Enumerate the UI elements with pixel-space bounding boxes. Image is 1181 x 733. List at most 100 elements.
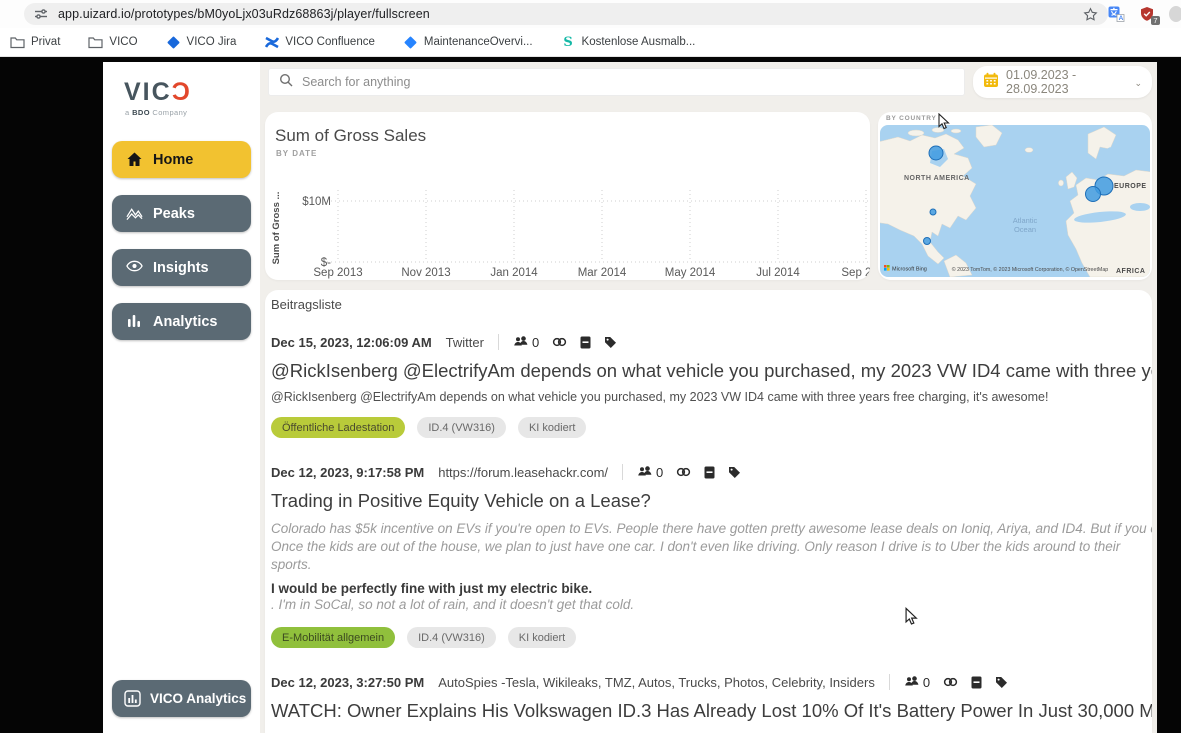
bookmark-star-icon[interactable]: [1083, 7, 1098, 22]
jira-diamond-icon: [166, 35, 181, 50]
post-item-3: Dec 12, 2023, 3:27:50 PM AutoSpies -Tesl…: [271, 674, 1152, 733]
link-icon[interactable]: [943, 676, 958, 688]
date-range-picker[interactable]: 01.09.2023 - 28.09.2023 ⌄: [973, 66, 1152, 98]
country-map-card[interactable]: BY COUNTRY: [878, 112, 1152, 280]
vico-logo: VICƆ: [124, 80, 260, 105]
url-text[interactable]: app.uizard.io/prototypes/bM0yoLjx03uRdz6…: [58, 7, 1083, 21]
post-title[interactable]: WATCH: Owner Explains His Volkswagen ID.…: [271, 700, 1152, 722]
svg-text:May 2014: May 2014: [665, 267, 716, 279]
post-item-2: Dec 12, 2023, 9:17:58 PM https://forum.l…: [271, 464, 1152, 648]
vico-analytics-button[interactable]: VICO Analytics: [112, 680, 251, 717]
vico-app-window: VICƆ a BDO Company Home Peaks: [103, 62, 1157, 733]
people-count[interactable]: 0: [637, 465, 663, 480]
sales-line-chart: $10M$-Sep 2013Nov 2013Jan 2014Mar 2014Ma…: [265, 166, 870, 280]
svg-text:Jan 2014: Jan 2014: [490, 267, 538, 279]
browser-toolbar: app.uizard.io/prototypes/bM0yoLjx03uRdz6…: [0, 0, 1181, 28]
notes-icon[interactable]: [704, 466, 715, 479]
bookmark-vico-confluence[interactable]: VICO Confluence: [264, 35, 375, 50]
post-source-link[interactable]: https://forum.leasehackr.com/: [438, 465, 608, 480]
analytics-box-icon: [124, 690, 141, 707]
extension-badge: 7: [1151, 16, 1160, 25]
search-input[interactable]: [302, 75, 954, 89]
bar-chart-icon: [126, 313, 143, 330]
svg-text:Sep 2014: Sep 2014: [841, 267, 870, 279]
post-item-1: Dec 15, 2023, 12:06:09 AM Twitter 0: [271, 334, 1152, 438]
notes-icon[interactable]: [580, 336, 591, 349]
site-settings-icon[interactable]: [34, 7, 48, 21]
map-label-north-america: NORTH AMERICA: [904, 175, 970, 182]
tag-pill[interactable]: E-Mobilität allgemein: [271, 627, 395, 648]
s-icon: S: [561, 35, 576, 50]
calendar-icon: [983, 72, 999, 93]
extension-icon[interactable]: 7: [1139, 6, 1155, 22]
people-count[interactable]: 0: [513, 335, 539, 350]
folder-icon: [10, 35, 25, 50]
map-label-atlantic-ocean: AtlanticOcean: [1013, 216, 1038, 234]
post-date: Dec 12, 2023, 3:27:50 PM: [271, 675, 424, 690]
bookmarks-bar: Privat VICO VICO Jira VICO Confluence Ma…: [0, 28, 1181, 57]
sidebar-item-home[interactable]: Home: [112, 141, 251, 178]
sidebar-item-analytics[interactable]: Analytics: [112, 303, 251, 340]
map-label-africa: AFRICA: [1116, 268, 1145, 275]
map-marker-europe-west: [1086, 187, 1101, 202]
post-source-link[interactable]: Twitter: [446, 335, 484, 350]
map-attribution: © 2023 TomTom, © 2023 Microsoft Corporat…: [952, 266, 1109, 273]
tag-pill[interactable]: ID.4 (VW316): [417, 417, 506, 438]
bookmark-vico-jira[interactable]: VICO Jira: [166, 35, 237, 50]
tag-icon[interactable]: [728, 466, 741, 479]
chart-title: Sum of Gross Sales: [275, 126, 870, 146]
date-range-text: 01.09.2023 - 28.09.2023: [1006, 68, 1127, 96]
folder-icon: [88, 35, 103, 50]
chart-subtitle: BY DATE: [276, 149, 870, 158]
address-bar[interactable]: app.uizard.io/prototypes/bM0yoLjx03uRdz6…: [24, 3, 1108, 25]
bookmark-kostenlose[interactable]: S Kostenlose Ausmalb...: [561, 35, 696, 50]
svg-text:Sep 2013: Sep 2013: [313, 267, 362, 279]
posts-heading: Beitragsliste: [271, 297, 1152, 312]
post-source-link[interactable]: AutoSpies -Tesla, Wikileaks, TMZ, Autos,…: [438, 675, 875, 690]
peaks-icon: [126, 205, 143, 222]
post-date: Dec 12, 2023, 9:17:58 PM: [271, 465, 424, 480]
diamond-icon: [403, 35, 418, 50]
gross-sales-chart-card[interactable]: Sum of Gross Sales BY DATE $10M$-Sep 201…: [265, 112, 870, 280]
map-subtitle: BY COUNTRY: [886, 115, 1152, 122]
svg-text:$10M: $10M: [302, 196, 331, 208]
tag-pill[interactable]: KI kodiert: [518, 417, 586, 438]
people-count[interactable]: 0: [904, 675, 930, 690]
link-icon[interactable]: [552, 336, 567, 348]
post-quote-line: Once the kids are out of the house, we p…: [271, 538, 1152, 574]
svg-text:Microsoft Bing: Microsoft Bing: [892, 267, 927, 273]
translate-icon[interactable]: A: [1108, 6, 1125, 23]
post-quote-line: Colorado has $5k incentive on EVs if you…: [271, 520, 1152, 538]
posts-list-card: Beitragsliste Dec 15, 2023, 12:06:09 AM …: [265, 290, 1152, 733]
tag-pill[interactable]: KI kodiert: [508, 627, 576, 648]
tag-icon[interactable]: [995, 676, 1008, 689]
post-body: @RickIsenberg @ElectrifyAm depends on wh…: [271, 390, 1152, 404]
world-map[interactable]: NORTH AMERICA EUROPE AFRICA AtlanticOcea…: [880, 125, 1150, 277]
bookmark-privat[interactable]: Privat: [10, 35, 60, 50]
sidebar-item-peaks[interactable]: Peaks: [112, 195, 251, 232]
confluence-icon: [264, 35, 279, 50]
bookmark-maintenance-overview[interactable]: MaintenanceOvervi...: [403, 35, 533, 50]
tag-icon[interactable]: [604, 336, 617, 349]
tag-pill[interactable]: ID.4 (VW316): [407, 627, 496, 648]
notes-icon[interactable]: [971, 676, 982, 689]
post-title[interactable]: Trading in Positive Equity Vehicle on a …: [271, 490, 1152, 512]
sidebar-item-insights[interactable]: Insights: [112, 249, 251, 286]
tag-pill[interactable]: Öffentliche Ladestation: [271, 417, 405, 438]
main-content: 01.09.2023 - 28.09.2023 ⌄ Sum of Gross S…: [260, 62, 1157, 733]
map-label-europe: EUROPE: [1114, 183, 1147, 190]
svg-text:Ocean: Ocean: [1014, 225, 1036, 234]
svg-text:A: A: [1119, 15, 1124, 22]
svg-text:Mar 2014: Mar 2014: [578, 267, 627, 279]
bookmark-vico[interactable]: VICO: [88, 35, 137, 50]
link-icon[interactable]: [676, 466, 691, 478]
map-marker-canada: [929, 146, 943, 160]
post-date: Dec 15, 2023, 12:06:09 AM: [271, 335, 432, 350]
profile-avatar-partial[interactable]: [1169, 6, 1181, 22]
home-icon: [126, 151, 143, 168]
sidebar: VICƆ a BDO Company Home Peaks: [103, 62, 260, 733]
svg-text:Sum of Gross ...: Sum of Gross ...: [271, 192, 282, 265]
svg-text:Nov 2013: Nov 2013: [401, 267, 450, 279]
search-bar[interactable]: [268, 68, 965, 96]
post-title[interactable]: @RickIsenberg @ElectrifyAm depends on wh…: [271, 360, 1152, 382]
